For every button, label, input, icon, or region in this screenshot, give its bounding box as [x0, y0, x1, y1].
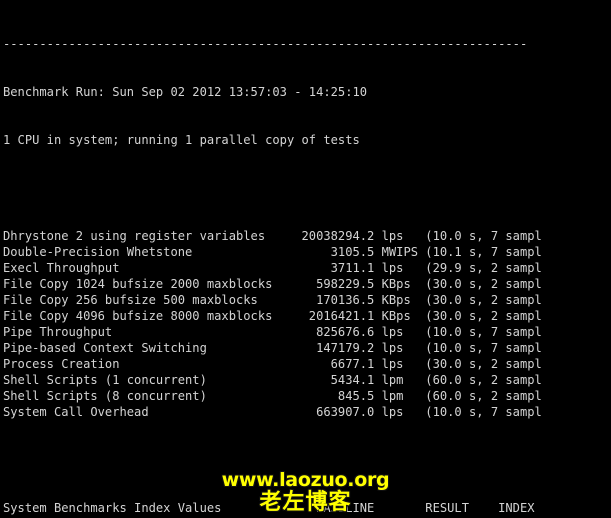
benchmark-run-line: Benchmark Run: Sun Sep 02 2012 13:57:03 …: [3, 85, 368, 99]
benchmark-result-row: Shell Scripts (1 concurrent) 5434.1 lpm …: [3, 373, 542, 387]
benchmark-result-row: Double-Precision Whetstone 3105.5 MWIPS …: [3, 245, 542, 259]
benchmark-result-row: Shell Scripts (8 concurrent) 845.5 lpm (…: [3, 389, 542, 403]
benchmark-result-row: Pipe Throughput 825676.6 lps (10.0 s, 7 …: [3, 325, 542, 339]
benchmark-result-row: File Copy 1024 bufsize 2000 maxblocks 59…: [3, 277, 542, 291]
benchmark-results-block: Dhrystone 2 using register variables 200…: [3, 228, 611, 420]
separator-rule: ----------------------------------------…: [3, 37, 528, 51]
benchmark-result-row: Process Creation 6677.1 lps (30.0 s, 2 s…: [3, 357, 542, 371]
benchmark-result-row: Execl Throughput 3711.1 lps (29.9 s, 2 s…: [3, 261, 542, 275]
benchmark-result-row: Pipe-based Context Switching 147179.2 lp…: [3, 341, 542, 355]
cpu-info-line: 1 CPU in system; running 1 parallel copy…: [3, 133, 360, 147]
benchmark-index-block: System Benchmarks Index Values BASELINE …: [3, 500, 611, 518]
benchmark-result-row: Dhrystone 2 using register variables 200…: [3, 229, 542, 243]
benchmark-result-row: File Copy 4096 bufsize 8000 maxblocks 20…: [3, 309, 542, 323]
terminal-window[interactable]: ----------------------------------------…: [0, 0, 611, 518]
benchmark-result-row: File Copy 256 bufsize 500 maxblocks 1701…: [3, 293, 542, 307]
terminal-screen-buffer: ----------------------------------------…: [3, 4, 611, 518]
benchmark-result-row: System Call Overhead 663907.0 lps (10.0 …: [3, 405, 542, 419]
index-table-header: System Benchmarks Index Values BASELINE …: [3, 501, 535, 515]
